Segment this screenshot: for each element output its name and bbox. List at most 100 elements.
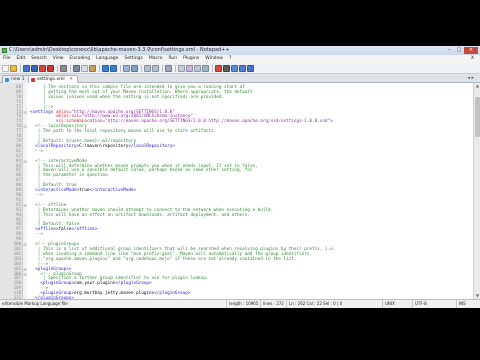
fold-toggle-icon[interactable]: ⊟ [23, 271, 27, 278]
menu-edit[interactable]: Edit [14, 55, 29, 63]
toolbar-separator [162, 64, 163, 72]
maximize-button[interactable]: □ [454, 47, 464, 54]
print-icon[interactable] [60, 64, 67, 72]
copy-icon[interactable] [81, 64, 88, 72]
code-token: | the parameter in question. [30, 173, 111, 179]
code-token: </offline> [71, 227, 98, 233]
fold-toggle-icon[interactable]: ⊟ [23, 158, 27, 165]
status-encoding: UTF-8 [412, 300, 456, 308]
code-token: org.mortbay.jetty.maven.plugins [73, 291, 155, 297]
saved-file-icon [31, 78, 35, 82]
code-token: "http://maven.apache.org/SETTINGS/1.0.0 … [105, 119, 331, 125]
menu-bar: File Edit Search View Encoding Language Settin… [0, 55, 480, 63]
zoom-in-icon[interactable] [144, 64, 151, 72]
show-all-chars-icon[interactable] [186, 64, 193, 72]
redo-icon[interactable] [110, 64, 117, 72]
menu-macro[interactable]: Macro [146, 55, 166, 63]
status-position: Ln : 262 Col : 22 Sel : 0 | 0 [286, 300, 366, 308]
doc-map-icon[interactable] [202, 64, 209, 72]
status-bar: eXtensible Markup Language file length :… [0, 299, 480, 308]
code-line[interactable]: | "org.apache.maven.plugins" and "org.co… [30, 256, 297, 263]
fold-toggle-icon[interactable]: ⊟ [23, 202, 27, 209]
notepad-window: C:\Users\admin\Desktop\conexx\lib\apache… [0, 46, 480, 308]
code-line[interactable]: <interactiveMode>true</interactiveMode> [30, 187, 136, 194]
menu-help[interactable]: ? [226, 55, 234, 63]
code-line[interactable]: | This will have an effect on artifact d… [30, 212, 250, 219]
code-token: | This will have an effect on artifact d… [30, 212, 250, 218]
menu-view[interactable]: View [50, 55, 67, 63]
undo-icon[interactable] [102, 64, 109, 72]
code-line[interactable]: <pluginGroup>com.your.plugins</pluginGro… [30, 280, 152, 287]
menu-window[interactable]: Window [202, 55, 226, 63]
new-file-icon[interactable] [2, 64, 9, 72]
code-editor[interactable]: 68 | The sections in this sample file ar… [0, 83, 473, 299]
code-line[interactable]: <localRepository>C:\maven\repository</lo… [30, 143, 175, 150]
indent-guide-icon[interactable] [194, 64, 201, 72]
code-token: </interactiveMode> [89, 188, 137, 194]
stop-macro-icon[interactable] [223, 64, 230, 72]
close-file-icon[interactable] [39, 64, 46, 72]
code-line[interactable]: --> [30, 148, 43, 155]
code-line[interactable]: --> [30, 192, 43, 199]
code-token: --> [30, 232, 43, 238]
cut-icon[interactable] [73, 64, 80, 72]
scrollbar-thumb[interactable] [475, 97, 480, 137]
code-token: | The path to the local repository maven… [30, 129, 217, 135]
find-icon[interactable] [123, 64, 130, 72]
close-window-button[interactable]: ✕ [464, 47, 478, 54]
fold-toggle-icon[interactable]: ⊟ [23, 241, 27, 248]
menu-encoding[interactable]: Encoding [66, 55, 93, 63]
status-length: length : 10965 [226, 300, 260, 308]
tab-label: new 1 [11, 77, 25, 82]
toolbar-separator [57, 64, 58, 72]
replace-icon[interactable] [131, 64, 138, 72]
fold-toggle-icon[interactable]: ⊟ [23, 109, 27, 116]
menu-run[interactable]: Run [165, 55, 180, 63]
save-all-icon[interactable] [31, 64, 38, 72]
code-token: | "org.apache.maven.plugins" and "org.co… [30, 256, 297, 262]
code-token: --> [30, 193, 43, 199]
scroll-up-arrow-icon[interactable]: ▲ [474, 83, 480, 89]
save-macro-icon[interactable] [247, 64, 254, 72]
code-token: > [330, 119, 333, 125]
minimize-button[interactable]: – [444, 47, 454, 54]
close-all-icon[interactable] [47, 64, 54, 72]
window-controls: – □ ✕ [444, 47, 478, 54]
menu-settings[interactable]: Settings [121, 55, 145, 63]
menu-plugins[interactable]: Plugins [180, 55, 202, 63]
code-token: </pluginGroup> [115, 281, 152, 287]
zoom-out-icon[interactable] [152, 64, 159, 72]
code-line[interactable]: | The path to the local repository maven… [30, 128, 217, 135]
close-document-x-button[interactable]: X [468, 55, 477, 63]
code-line[interactable]: | values (values used when the setting i… [30, 94, 224, 101]
code-token: C:\maven\repository [79, 143, 129, 149]
menu-search[interactable]: Search [28, 55, 49, 63]
code-token: --> [30, 148, 43, 154]
status-lines: lines : 272 [260, 300, 286, 308]
menu-file[interactable]: File [0, 55, 14, 63]
tab-new-1[interactable]: new 1 [2, 75, 30, 83]
tab-scroll-arrows[interactable]: ◂ ▸ [467, 75, 474, 81]
code-line[interactable]: --> [30, 231, 43, 238]
run-macro-multiple-icon[interactable] [239, 64, 246, 72]
sync-scroll-icon[interactable] [165, 64, 172, 72]
word-wrap-icon[interactable] [178, 64, 185, 72]
menu-language[interactable]: Language [93, 55, 121, 63]
paste-icon[interactable] [89, 64, 96, 72]
fold-toggle-icon[interactable]: ⊟ [23, 123, 27, 130]
code-line[interactable]: | the parameter in question. [30, 172, 110, 179]
tab-settings-xml[interactable]: settings.xml ✕ [28, 75, 78, 83]
code-token: </pluginGroup> [154, 291, 191, 297]
save-icon[interactable] [23, 64, 30, 72]
notepad-plus-plus-icon [2, 48, 7, 53]
play-macro-icon[interactable] [231, 64, 238, 72]
toolbar-separator [70, 64, 71, 72]
tab-close-icon[interactable]: ✕ [69, 77, 73, 82]
status-insert-mode: INS [456, 300, 480, 308]
open-folder-icon[interactable] [10, 64, 17, 72]
vertical-scrollbar[interactable]: ▲ ▼ [473, 83, 480, 299]
tab-bar: new 1 settings.xml ✕ ◂ ▸ [0, 74, 480, 83]
title-bar[interactable]: C:\Users\admin\Desktop\conexx\lib\apache… [0, 46, 480, 55]
toolbar-separator [20, 64, 21, 72]
record-macro-icon[interactable] [215, 64, 222, 72]
